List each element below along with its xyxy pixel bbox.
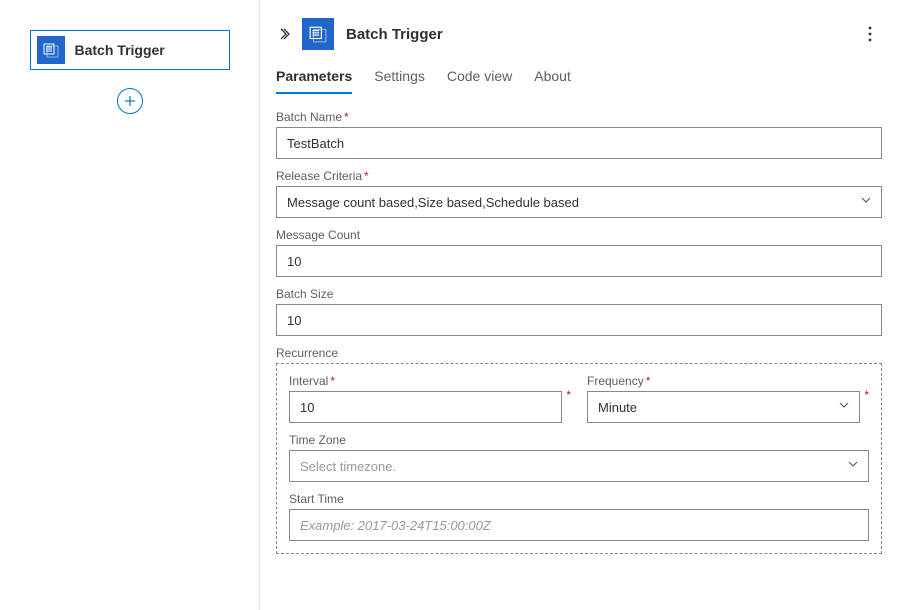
field-batch-name: Batch Name* — [276, 110, 882, 159]
batch-size-input[interactable] — [276, 304, 882, 336]
tab-parameters[interactable]: Parameters — [276, 68, 352, 94]
timezone-select[interactable] — [289, 450, 869, 482]
interval-input[interactable] — [289, 391, 562, 423]
batch-trigger-icon — [37, 36, 65, 64]
recurrence-box: Interval* * Frequency* * — [276, 363, 882, 554]
collapse-panel-button[interactable] — [274, 27, 294, 41]
message-count-label: Message Count — [276, 228, 882, 242]
recurrence-label: Recurrence — [276, 346, 882, 360]
batch-size-label: Batch Size — [276, 287, 882, 301]
required-indicator: * — [864, 388, 869, 402]
canvas-pane: Batch Trigger — [0, 0, 260, 610]
field-batch-size: Batch Size — [276, 287, 882, 336]
field-start-time: Start Time — [289, 492, 869, 541]
field-frequency: Frequency* — [587, 374, 860, 423]
interval-label: Interval* — [289, 374, 562, 388]
tabbar: Parameters Settings Code view About — [274, 68, 882, 94]
frequency-select[interactable] — [587, 391, 860, 423]
start-time-label: Start Time — [289, 492, 869, 506]
field-message-count: Message Count — [276, 228, 882, 277]
batch-name-label: Batch Name* — [276, 110, 882, 124]
form: Batch Name* Release Criteria* Message Co… — [274, 110, 882, 592]
add-node-button[interactable] — [117, 88, 143, 114]
details-pane: Batch Trigger Parameters Settings Code v… — [260, 0, 900, 610]
batch-trigger-icon — [302, 18, 334, 50]
node-batch-trigger[interactable]: Batch Trigger — [30, 30, 230, 70]
field-release-criteria: Release Criteria* — [276, 169, 882, 218]
field-timezone: Time Zone — [289, 433, 869, 482]
timezone-label: Time Zone — [289, 433, 869, 447]
batch-name-input[interactable] — [276, 127, 882, 159]
release-criteria-label: Release Criteria* — [276, 169, 882, 183]
field-interval: Interval* — [289, 374, 562, 423]
panel-header: Batch Trigger — [274, 18, 882, 50]
panel-title: Batch Trigger — [346, 26, 850, 43]
required-indicator: * — [566, 388, 571, 402]
field-recurrence: Recurrence Interval* * Frequency* — [276, 346, 882, 554]
message-count-input[interactable] — [276, 245, 882, 277]
tab-codeview[interactable]: Code view — [447, 68, 512, 94]
more-menu-button[interactable] — [858, 22, 882, 46]
start-time-input[interactable] — [289, 509, 869, 541]
release-criteria-select[interactable] — [276, 186, 882, 218]
node-label: Batch Trigger — [75, 42, 165, 58]
frequency-label: Frequency* — [587, 374, 860, 388]
tab-settings[interactable]: Settings — [374, 68, 425, 94]
tab-about[interactable]: About — [534, 68, 571, 94]
